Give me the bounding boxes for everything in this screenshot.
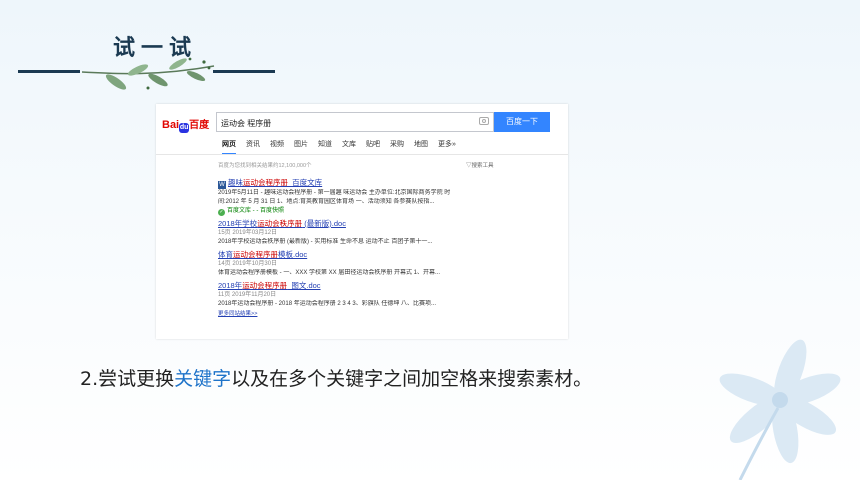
result-meta: 15页 2019年03月12日 bbox=[218, 230, 278, 236]
result-title-link[interactable]: 2018年学校运动会秩序册 (最新版).doc bbox=[218, 219, 558, 229]
search-tools-link[interactable]: ▽搜索工具 bbox=[466, 161, 494, 169]
result-meta: 11页 2019年11月20日 bbox=[218, 292, 277, 298]
result-title-link[interactable]: 体育运动会程序册模板.doc bbox=[218, 250, 558, 260]
tab-wenku[interactable]: 文库 bbox=[342, 139, 356, 155]
baidu-logo: Baidu百度 bbox=[162, 119, 210, 133]
tab-map[interactable]: 地图 bbox=[414, 139, 428, 155]
search-button[interactable]: 百度一下 bbox=[494, 112, 550, 132]
tab-more[interactable]: 更多» bbox=[438, 139, 456, 155]
leaf-branch-icon bbox=[81, 57, 215, 90]
result-snippet: 体育运动会程序册模板 - 一、XXX 学校第 XX 届田径运动会秩序册 开幕式 … bbox=[218, 270, 441, 276]
result-count: 百度为您找到相关结果约12,100,000个 bbox=[218, 163, 312, 169]
more-results-link[interactable]: 更多同站结果>> bbox=[218, 309, 558, 319]
title-divider-right bbox=[213, 70, 275, 73]
paw-icon: du bbox=[179, 123, 190, 133]
wenku-icon: ✓ bbox=[218, 209, 225, 216]
result-list: W 趣味运动会程序册_百度文库 2019年5月11日 - 趣味运动会程序册 - 第… bbox=[218, 178, 558, 319]
flower-decoration-icon bbox=[719, 339, 841, 480]
word-doc-icon: W bbox=[218, 181, 226, 189]
search-tabs: 网页 资讯 视频 图片 知道 文库 贴吧 采购 地图 更多» bbox=[222, 139, 466, 155]
result-meta: 14页 2019年10月30日 bbox=[218, 261, 278, 267]
result-snippet: 2019年5月11日 - 趣味运动会程序册 - 第一届趣 味运动会 主办单位:北… bbox=[218, 190, 451, 196]
search-input[interactable] bbox=[217, 114, 465, 133]
tab-images[interactable]: 图片 bbox=[294, 139, 308, 155]
list-item: 2018年学校运动会秩序册 (最新版).doc 15页 2019年03月12日 … bbox=[218, 219, 558, 247]
tab-web[interactable]: 网页 bbox=[222, 139, 236, 155]
result-title-link[interactable]: 2018年运动会程序册_图文.doc bbox=[218, 281, 558, 291]
tabs-divider bbox=[156, 154, 568, 155]
tab-zhidao[interactable]: 知道 bbox=[318, 139, 332, 155]
list-item: 体育运动会程序册模板.doc 14页 2019年10月30日 体育运动会程序册模… bbox=[218, 250, 558, 278]
list-item: 2018年运动会程序册_图文.doc 11页 2019年11月20日 2018年… bbox=[218, 281, 558, 309]
search-box[interactable] bbox=[216, 112, 494, 133]
result-source[interactable]: ✓ 百度文库 - - 百度快照 bbox=[218, 207, 558, 216]
search-screenshot: Baidu百度 百度一下 网页 资讯 视频 图片 知道 文库 贴吧 采购 地图 … bbox=[156, 104, 568, 339]
result-snippet: 间:2012 年 5 月 31 日 1、地点:育英教育园区体育场 一、活动须知 … bbox=[218, 199, 435, 205]
camera-icon[interactable] bbox=[479, 117, 489, 125]
tab-video[interactable]: 视频 bbox=[270, 139, 284, 155]
keyword-highlight: 关键字 bbox=[174, 368, 232, 390]
tab-news[interactable]: 资讯 bbox=[246, 139, 260, 155]
tab-purchase[interactable]: 采购 bbox=[390, 139, 404, 155]
result-snippet: 2018年运动会程序册 - 2018 年运动会程序册 2 3 4 3、彩旗队 任… bbox=[218, 301, 437, 307]
result-title-link[interactable]: W 趣味运动会程序册_百度文库 bbox=[218, 178, 558, 189]
tab-tieba[interactable]: 贴吧 bbox=[366, 139, 380, 155]
slide-caption: 2.尝试更换关键字以及在多个关键字之间加空格来搜索素材。 bbox=[80, 368, 593, 390]
result-snippet: 2018年学校运动会秩序册 (最新版) - 实用标准 生命不息 运动不止 百团子… bbox=[218, 239, 433, 245]
title-divider-left bbox=[18, 70, 80, 73]
list-item: W 趣味运动会程序册_百度文库 2019年5月11日 - 趣味运动会程序册 - 第… bbox=[218, 178, 558, 216]
